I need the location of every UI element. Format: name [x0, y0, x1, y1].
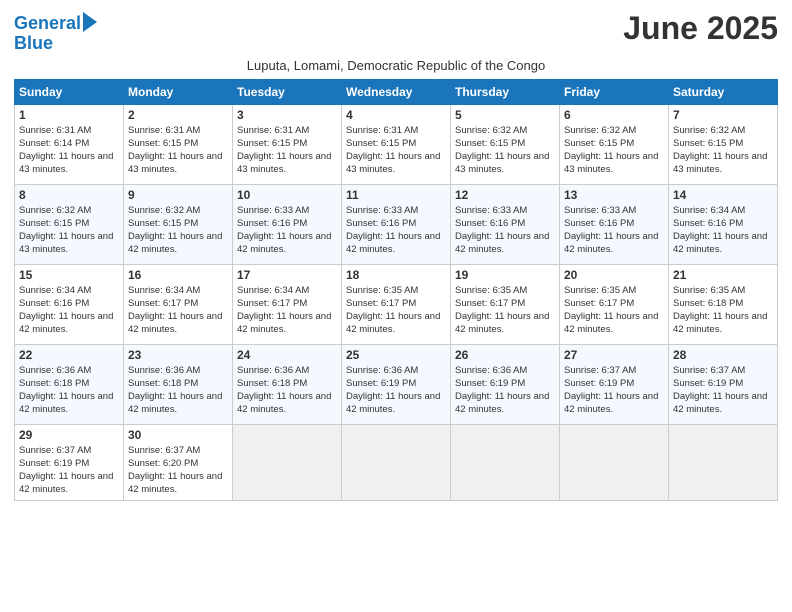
- table-row: 6Sunrise: 6:32 AMSunset: 6:15 PMDaylight…: [560, 104, 669, 184]
- calendar-week-3: 15Sunrise: 6:34 AMSunset: 6:16 PMDayligh…: [15, 264, 778, 344]
- table-row: 28Sunrise: 6:37 AMSunset: 6:19 PMDayligh…: [669, 344, 778, 424]
- table-row: 23Sunrise: 6:36 AMSunset: 6:18 PMDayligh…: [124, 344, 233, 424]
- table-row: 19Sunrise: 6:35 AMSunset: 6:17 PMDayligh…: [451, 264, 560, 344]
- calendar-week-1: 1Sunrise: 6:31 AMSunset: 6:14 PMDaylight…: [15, 104, 778, 184]
- calendar-table: Sunday Monday Tuesday Wednesday Thursday…: [14, 79, 778, 501]
- calendar-week-4: 22Sunrise: 6:36 AMSunset: 6:18 PMDayligh…: [15, 344, 778, 424]
- table-row: 17Sunrise: 6:34 AMSunset: 6:17 PMDayligh…: [233, 264, 342, 344]
- table-row: 25Sunrise: 6:36 AMSunset: 6:19 PMDayligh…: [342, 344, 451, 424]
- col-wednesday: Wednesday: [342, 79, 451, 104]
- table-row: 2Sunrise: 6:31 AMSunset: 6:15 PMDaylight…: [124, 104, 233, 184]
- table-row: 14Sunrise: 6:34 AMSunset: 6:16 PMDayligh…: [669, 184, 778, 264]
- table-row: 7Sunrise: 6:32 AMSunset: 6:15 PMDaylight…: [669, 104, 778, 184]
- table-row: 18Sunrise: 6:35 AMSunset: 6:17 PMDayligh…: [342, 264, 451, 344]
- table-row: [451, 424, 560, 500]
- table-row: 13Sunrise: 6:33 AMSunset: 6:16 PMDayligh…: [560, 184, 669, 264]
- table-row: 8Sunrise: 6:32 AMSunset: 6:15 PMDaylight…: [15, 184, 124, 264]
- table-row: 29Sunrise: 6:37 AMSunset: 6:19 PMDayligh…: [15, 424, 124, 500]
- logo-arrow-icon: [83, 12, 97, 32]
- col-thursday: Thursday: [451, 79, 560, 104]
- table-row: 10Sunrise: 6:33 AMSunset: 6:16 PMDayligh…: [233, 184, 342, 264]
- col-saturday: Saturday: [669, 79, 778, 104]
- table-row: 30Sunrise: 6:37 AMSunset: 6:20 PMDayligh…: [124, 424, 233, 500]
- calendar-week-2: 8Sunrise: 6:32 AMSunset: 6:15 PMDaylight…: [15, 184, 778, 264]
- table-row: 27Sunrise: 6:37 AMSunset: 6:19 PMDayligh…: [560, 344, 669, 424]
- table-row: [233, 424, 342, 500]
- table-row: 3Sunrise: 6:31 AMSunset: 6:15 PMDaylight…: [233, 104, 342, 184]
- table-row: [669, 424, 778, 500]
- table-row: 26Sunrise: 6:36 AMSunset: 6:19 PMDayligh…: [451, 344, 560, 424]
- table-row: 9Sunrise: 6:32 AMSunset: 6:15 PMDaylight…: [124, 184, 233, 264]
- table-row: 24Sunrise: 6:36 AMSunset: 6:18 PMDayligh…: [233, 344, 342, 424]
- table-row: 5Sunrise: 6:32 AMSunset: 6:15 PMDaylight…: [451, 104, 560, 184]
- calendar-header-row: Sunday Monday Tuesday Wednesday Thursday…: [15, 79, 778, 104]
- table-row: 21Sunrise: 6:35 AMSunset: 6:18 PMDayligh…: [669, 264, 778, 344]
- table-row: 12Sunrise: 6:33 AMSunset: 6:16 PMDayligh…: [451, 184, 560, 264]
- logo-text: General: [14, 14, 81, 34]
- table-row: 11Sunrise: 6:33 AMSunset: 6:16 PMDayligh…: [342, 184, 451, 264]
- calendar-week-5: 29Sunrise: 6:37 AMSunset: 6:19 PMDayligh…: [15, 424, 778, 500]
- col-monday: Monday: [124, 79, 233, 104]
- col-sunday: Sunday: [15, 79, 124, 104]
- table-row: 22Sunrise: 6:36 AMSunset: 6:18 PMDayligh…: [15, 344, 124, 424]
- col-friday: Friday: [560, 79, 669, 104]
- logo: General Blue: [14, 14, 97, 54]
- table-row: 15Sunrise: 6:34 AMSunset: 6:16 PMDayligh…: [15, 264, 124, 344]
- logo-text2: Blue: [14, 34, 97, 54]
- month-title: June 2025: [623, 10, 778, 47]
- table-row: 20Sunrise: 6:35 AMSunset: 6:17 PMDayligh…: [560, 264, 669, 344]
- table-row: 16Sunrise: 6:34 AMSunset: 6:17 PMDayligh…: [124, 264, 233, 344]
- col-tuesday: Tuesday: [233, 79, 342, 104]
- table-row: 4Sunrise: 6:31 AMSunset: 6:15 PMDaylight…: [342, 104, 451, 184]
- table-row: [342, 424, 451, 500]
- table-row: 1Sunrise: 6:31 AMSunset: 6:14 PMDaylight…: [15, 104, 124, 184]
- location-subtitle: Luputa, Lomami, Democratic Republic of t…: [14, 58, 778, 73]
- table-row: [560, 424, 669, 500]
